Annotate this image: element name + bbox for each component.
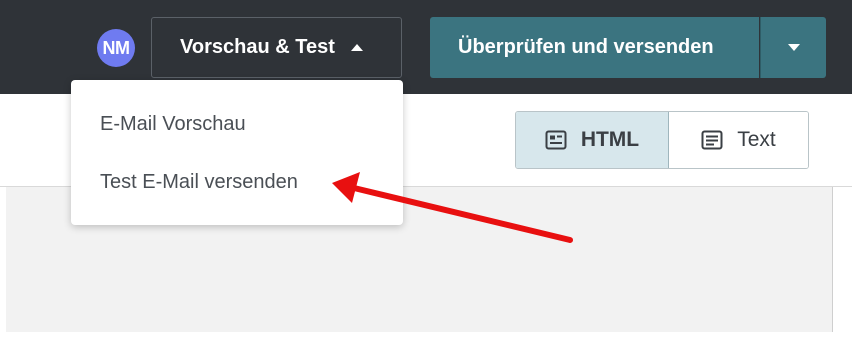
- html-format-button[interactable]: HTML: [516, 112, 669, 168]
- screen: NM Vorschau & Test Überprüfen und versen…: [0, 0, 852, 339]
- text-format-icon: [701, 130, 723, 150]
- send-options-toggle[interactable]: [760, 17, 826, 78]
- menu-item-label: E-Mail Vorschau: [100, 112, 246, 135]
- caret-down-icon: [787, 44, 800, 51]
- preview-test-menu: E-Mail Vorschau Test E-Mail versenden: [71, 80, 403, 225]
- preview-test-button[interactable]: Vorschau & Test: [151, 17, 402, 78]
- menu-item-send-test-email[interactable]: Test E-Mail versenden: [71, 157, 403, 207]
- avatar-initials: NM: [102, 37, 131, 58]
- text-format-label: Text: [737, 128, 776, 151]
- html-format-label: HTML: [580, 128, 640, 151]
- review-send-button[interactable]: Überprüfen und versenden: [430, 17, 759, 78]
- html-format-icon: [545, 130, 567, 150]
- text-format-button[interactable]: Text: [668, 112, 808, 168]
- menu-item-label: Test E-Mail versenden: [100, 170, 298, 193]
- caret-up-icon: [350, 44, 363, 51]
- menu-item-email-preview[interactable]: E-Mail Vorschau: [71, 99, 403, 149]
- preview-area-edge: [832, 187, 833, 332]
- preview-test-label: Vorschau & Test: [180, 36, 335, 58]
- format-toggle: HTML Text: [515, 111, 809, 169]
- avatar[interactable]: NM: [97, 29, 135, 67]
- review-send-label: Überprüfen und versenden: [458, 36, 714, 58]
